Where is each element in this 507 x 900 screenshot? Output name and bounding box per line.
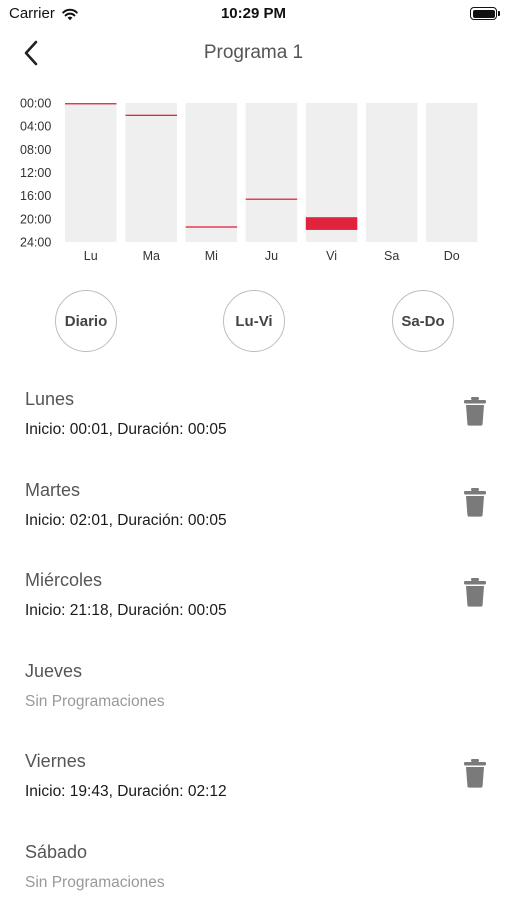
status-bar: Carrier 10:29 PM [0, 0, 507, 30]
page-title: Programa 1 [203, 42, 304, 63]
day-schedule-info: Inicio: 02:01, Duración: 00:05 [25, 511, 227, 529]
y-tick-label: 12:00 [20, 166, 51, 180]
day-column-lu [65, 103, 117, 242]
y-tick-label: 08:00 [20, 143, 51, 157]
day-schedule-list: Lunes Inicio: 00:01, Duración: 00:05 Mar… [0, 378, 507, 900]
trash-icon[interactable] [462, 758, 488, 788]
day-column-sa [365, 103, 418, 242]
list-item-martes[interactable]: Martes Inicio: 02:01, Duración: 00:05 [0, 469, 507, 560]
x-tick-label: Vi [326, 249, 337, 263]
day-name: Martes [25, 479, 81, 500]
day-schedule-info: Inicio: 00:01, Duración: 00:05 [25, 421, 227, 438]
list-item-lunes[interactable]: Lunes Inicio: 00:01, Duración: 00:05 [0, 378, 507, 469]
trash-icon[interactable] [462, 487, 488, 517]
day-column-do [426, 103, 478, 242]
lu-vi-button[interactable]: Lu-Vi [223, 290, 285, 352]
y-tick-label: 04:00 [20, 120, 51, 134]
x-tick-label: Mi [205, 249, 218, 263]
day-schedule-info: Inicio: 21:18, Duración: 00:05 [25, 602, 227, 619]
y-tick-label: 24:00 [20, 236, 51, 250]
trash-icon[interactable] [462, 577, 488, 607]
list-item-viernes[interactable]: Viernes Inicio: 19:43, Duración: 02:12 [0, 740, 507, 831]
navigation-bar: Programa 1 [0, 30, 507, 76]
day-name: Lunes [25, 389, 75, 409]
schedule-mark-ju [245, 198, 298, 200]
diario-button[interactable]: Diario [55, 290, 117, 352]
sa-do-button[interactable]: Sa-Do [392, 290, 454, 352]
x-tick-label: Ju [265, 249, 278, 263]
x-tick-label: Lu [84, 249, 98, 263]
day-schedule-info: Sin Programaciones [25, 873, 165, 891]
list-item-jueves[interactable]: Jueves Sin Programaciones [0, 650, 507, 741]
schedule-mark-lu [65, 103, 117, 105]
schedule-mark-mi [185, 226, 238, 228]
status-time: 10:29 PM [220, 5, 287, 22]
x-tick-label: Sa [384, 249, 399, 263]
day-name: Jueves [25, 660, 83, 681]
list-item-sabado[interactable]: Sábado Sin Programaciones [0, 831, 507, 900]
day-schedule-info: Sin Programaciones [25, 692, 165, 710]
day-schedule-info: Inicio: 19:43, Duración: 02:12 [25, 783, 227, 800]
y-tick-label: 16:00 [20, 189, 51, 203]
x-tick-label: Ma [143, 249, 160, 263]
day-name: Sábado [25, 841, 88, 862]
day-column-ju [245, 103, 298, 242]
schedule-mark-vi [305, 217, 358, 230]
day-column-ma [125, 103, 177, 242]
y-tick-label: 20:00 [20, 212, 51, 226]
trash-icon[interactable] [462, 396, 488, 426]
list-item-miercoles[interactable]: Miércoles Inicio: 21:18, Duración: 00:05 [0, 559, 507, 650]
y-tick-label: 00:00 [20, 97, 51, 111]
day-column-mi [185, 103, 238, 242]
x-tick-label: Do [444, 249, 460, 263]
weekly-schedule-chart: 00:00 04:00 08:00 12:00 16:00 20:00 24:00 Lu Ma M… [20, 97, 478, 263]
day-name: Viernes [25, 751, 86, 771]
battery-icon [470, 7, 500, 20]
schedule-mark-ma [125, 114, 177, 116]
day-name: Miércoles [25, 570, 103, 590]
